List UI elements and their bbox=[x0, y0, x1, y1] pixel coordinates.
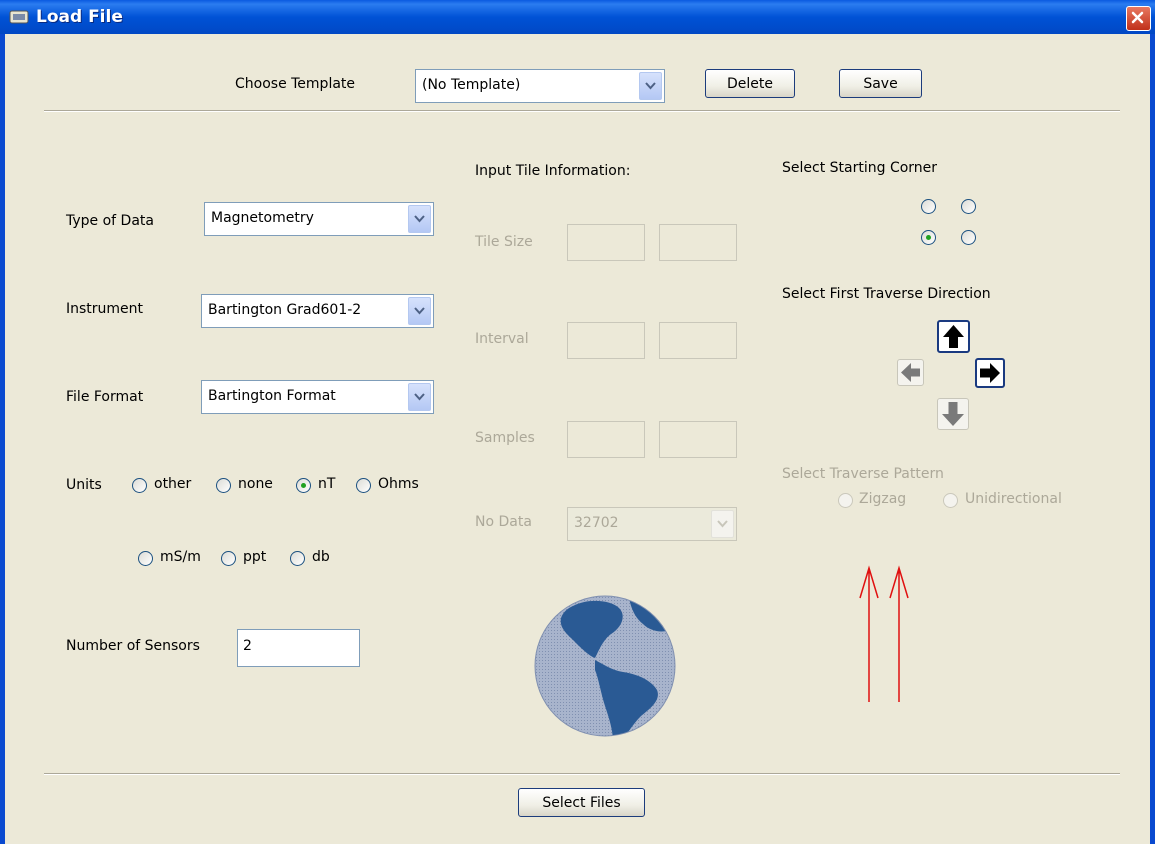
unidirectional-label: Unidirectional bbox=[965, 491, 1062, 507]
file-format-dropdown-button[interactable] bbox=[408, 383, 431, 411]
instrument-value: Bartington Grad601-2 bbox=[208, 302, 362, 318]
units-radio-nt[interactable] bbox=[296, 478, 311, 493]
file-format-value: Bartington Format bbox=[208, 388, 336, 404]
window-frame-right bbox=[1150, 34, 1155, 844]
instrument-combo[interactable]: Bartington Grad601-2 bbox=[201, 294, 434, 328]
units-option-label: nT bbox=[318, 476, 336, 492]
units-radio-none[interactable] bbox=[216, 478, 231, 493]
chevron-down-icon bbox=[414, 393, 425, 401]
template-dropdown-button[interactable] bbox=[639, 72, 662, 100]
corner-radio-bottom-left[interactable] bbox=[921, 230, 936, 245]
corner-radio-top-left[interactable] bbox=[921, 199, 936, 214]
chevron-down-icon bbox=[645, 82, 656, 90]
type-of-data-dropdown-button[interactable] bbox=[408, 205, 431, 233]
pattern-radio-zigzag[interactable] bbox=[838, 493, 853, 508]
template-combo-value: (No Template) bbox=[422, 77, 521, 93]
select-files-button[interactable]: Select Files bbox=[518, 788, 645, 817]
file-format-combo[interactable]: Bartington Format bbox=[201, 380, 434, 414]
arrow-left-icon bbox=[901, 363, 920, 382]
units-label: Units bbox=[66, 477, 102, 493]
zigzag-label: Zigzag bbox=[859, 491, 907, 507]
units-radio-ohms[interactable] bbox=[356, 478, 371, 493]
number-of-sensors-label: Number of Sensors bbox=[66, 638, 200, 654]
corner-radio-top-right[interactable] bbox=[961, 199, 976, 214]
tile-size-label: Tile Size bbox=[475, 234, 533, 250]
interval-x-input[interactable] bbox=[567, 322, 645, 359]
no-data-dropdown-button[interactable] bbox=[711, 510, 734, 538]
tile-size-x-input[interactable] bbox=[567, 224, 645, 261]
units-radio-other[interactable] bbox=[132, 478, 147, 493]
interval-y-input[interactable] bbox=[659, 322, 737, 359]
corner-radio-bottom-right[interactable] bbox=[961, 230, 976, 245]
units-radio-db[interactable] bbox=[290, 551, 305, 566]
save-button[interactable]: Save bbox=[839, 69, 922, 98]
samples-x-input[interactable] bbox=[567, 421, 645, 458]
number-of-sensors-value: 2 bbox=[243, 638, 252, 654]
tile-info-heading: Input Tile Information: bbox=[475, 163, 631, 179]
instrument-dropdown-button[interactable] bbox=[408, 297, 431, 325]
template-combo[interactable]: (No Template) bbox=[415, 69, 665, 103]
starting-corner-heading: Select Starting Corner bbox=[782, 160, 938, 176]
title-bar[interactable]: Load File bbox=[0, 0, 1155, 34]
traverse-preview-arrows bbox=[859, 565, 909, 702]
units-option-label: mS/m bbox=[160, 549, 201, 565]
units-option-label: other bbox=[154, 476, 192, 492]
instrument-label: Instrument bbox=[66, 301, 144, 317]
samples-label: Samples bbox=[475, 430, 535, 446]
top-separator bbox=[44, 110, 1120, 112]
traverse-pattern-heading: Select Traverse Pattern bbox=[782, 466, 944, 482]
java-cup-icon bbox=[9, 10, 29, 24]
samples-y-input[interactable] bbox=[659, 421, 737, 458]
chevron-down-icon bbox=[414, 307, 425, 315]
units-option-label: Ohms bbox=[378, 476, 419, 492]
close-icon bbox=[1131, 11, 1144, 24]
no-data-value: 32702 bbox=[574, 515, 619, 531]
units-radio-ppt[interactable] bbox=[221, 551, 236, 566]
arrow-down-icon bbox=[942, 402, 964, 426]
units-option-label: ppt bbox=[243, 549, 267, 565]
interval-label: Interval bbox=[475, 331, 529, 347]
units-option-label: db bbox=[312, 549, 330, 565]
no-data-combo[interactable]: 32702 bbox=[567, 507, 737, 541]
type-of-data-combo[interactable]: Magnetometry bbox=[204, 202, 434, 236]
direction-down-button[interactable] bbox=[937, 398, 969, 430]
direction-left-button[interactable] bbox=[897, 359, 924, 386]
units-option-label: none bbox=[238, 476, 273, 492]
chevron-down-icon bbox=[414, 215, 425, 223]
file-format-label: File Format bbox=[66, 389, 144, 405]
close-button[interactable] bbox=[1126, 6, 1151, 31]
no-data-label: No Data bbox=[475, 514, 532, 530]
tile-size-y-input[interactable] bbox=[659, 224, 737, 261]
type-of-data-value: Magnetometry bbox=[211, 210, 314, 226]
number-of-sensors-input[interactable]: 2 bbox=[237, 629, 360, 667]
type-of-data-label: Type of Data bbox=[66, 213, 154, 229]
arrow-right-icon bbox=[980, 363, 1000, 383]
globe-icon bbox=[534, 595, 676, 737]
arrow-up-icon bbox=[943, 325, 964, 348]
window-frame-left bbox=[0, 34, 5, 844]
direction-right-button[interactable] bbox=[975, 358, 1005, 388]
chevron-down-icon bbox=[717, 520, 728, 528]
choose-template-label: Choose Template bbox=[235, 76, 356, 92]
direction-up-button[interactable] bbox=[937, 320, 970, 353]
delete-button[interactable]: Delete bbox=[705, 69, 795, 98]
traverse-direction-heading: Select First Traverse Direction bbox=[782, 286, 991, 302]
window-title: Load File bbox=[36, 7, 123, 27]
pattern-radio-unidirectional[interactable] bbox=[943, 493, 958, 508]
bottom-separator bbox=[44, 773, 1120, 775]
units-radio-ms-m[interactable] bbox=[138, 551, 153, 566]
